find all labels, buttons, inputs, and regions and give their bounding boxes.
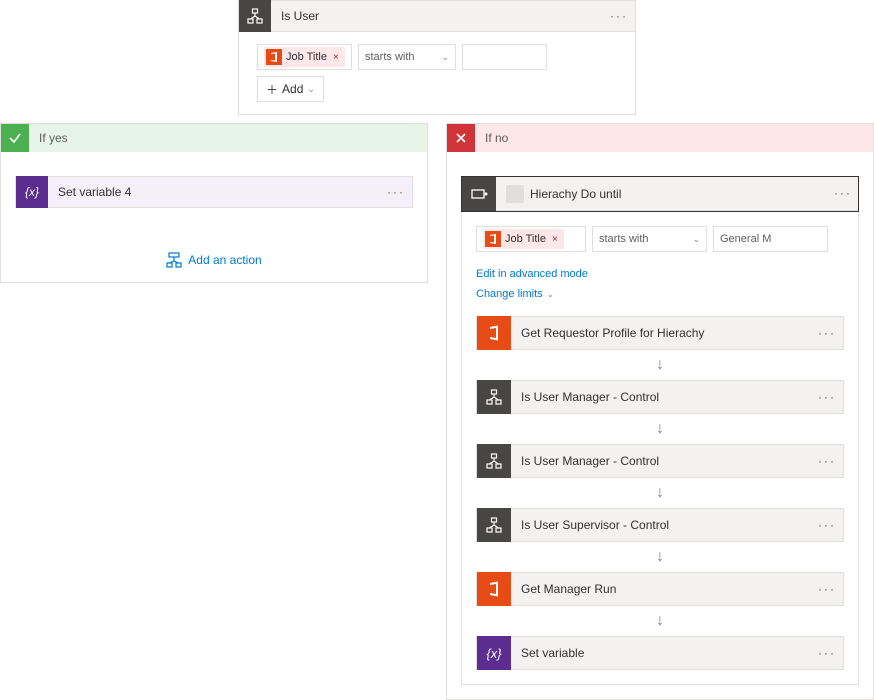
office-icon <box>477 316 511 350</box>
set-variable-header[interactable]: {x} Set variable 4 ··· <box>15 176 413 208</box>
do-until-body: Job Title × starts with ⌄ General M Edit… <box>461 212 859 685</box>
do-until-condition-row: Job Title × starts with ⌄ General M <box>476 226 844 252</box>
step-title: Set variable <box>511 646 811 660</box>
token-label: Job Title <box>286 51 327 63</box>
condition-icon <box>477 380 511 414</box>
step-set-variable: {x} Set variable ··· <box>476 636 844 670</box>
menu-icon[interactable]: ··· <box>811 646 843 660</box>
step-header[interactable]: Is User Supervisor - Control ··· <box>476 508 844 542</box>
step-get-profile: Get Requestor Profile for Hierachy ··· <box>476 316 844 350</box>
step-title: Is User Supervisor - Control <box>511 518 811 532</box>
step-title: Get Manager Run <box>511 582 811 596</box>
plus-icon: ＋ <box>266 81 278 98</box>
add-row-button[interactable]: ＋ Add ⌄ <box>257 76 324 102</box>
variable-icon: {x} <box>477 636 511 670</box>
operator-value: starts with <box>365 51 415 63</box>
menu-icon[interactable]: ··· <box>811 454 843 468</box>
top-condition-header[interactable]: Is User ··· <box>238 0 636 32</box>
step-is-user-supervisor: Is User Supervisor - Control ··· <box>476 508 844 542</box>
condition-left-operand[interactable]: Job Title × <box>257 44 352 70</box>
menu-icon[interactable]: ··· <box>827 186 859 200</box>
yes-label: If yes <box>29 131 78 145</box>
do-until-card: Hierachy Do until <box>461 176 859 212</box>
job-title-token[interactable]: Job Title × <box>483 229 564 249</box>
check-icon <box>1 124 29 152</box>
step-title: Is User Manager - Control <box>511 454 811 468</box>
menu-icon[interactable]: ··· <box>811 326 843 340</box>
add-action-label: Add an action <box>188 253 261 267</box>
arrow-down-icon: ↓ <box>476 414 844 444</box>
condition-row: Job Title × starts with ⌄ <box>257 44 617 70</box>
do-until-steps: Get Requestor Profile for Hierachy ··· ↓… <box>476 316 844 670</box>
step-title: Is User Manager - Control <box>511 390 811 404</box>
yes-branch: If yes {x} Set variable 4 ··· Add an act… <box>0 123 428 283</box>
step-header[interactable]: Get Requestor Profile for Hierachy ··· <box>476 316 844 350</box>
top-condition-card: Is User ··· Job Title × starts with ⌄ <box>238 0 636 115</box>
edit-advanced-link[interactable]: Edit in advanced mode <box>476 268 588 280</box>
chevron-down-icon: ⌄ <box>307 84 315 95</box>
operator-value: starts with <box>599 233 649 245</box>
condition-icon <box>239 0 271 32</box>
add-label: Add <box>282 82 303 96</box>
branches: If yes {x} Set variable 4 ··· Add an act… <box>0 123 874 700</box>
operator-select[interactable]: starts with ⌄ <box>358 44 456 70</box>
du-left-operand[interactable]: Job Title × <box>476 226 586 252</box>
du-value-input[interactable]: General M <box>713 226 828 252</box>
office-icon <box>266 49 282 65</box>
step-is-user-manager-2: Is User Manager - Control ··· <box>476 444 844 478</box>
chevron-down-icon: ⌄ <box>547 289 555 300</box>
variable-icon: {x} <box>16 176 48 208</box>
no-branch-body: Hierachy Do until ··· Job Title × <box>447 152 873 699</box>
add-action-button[interactable]: Add an action <box>15 252 413 268</box>
set-variable-action: {x} Set variable 4 ··· <box>15 176 413 208</box>
x-icon <box>447 124 475 152</box>
condition-icon <box>477 444 511 478</box>
menu-icon[interactable]: ··· <box>811 390 843 404</box>
no-branch-header: If no <box>447 124 873 152</box>
menu-icon[interactable]: ··· <box>380 185 412 199</box>
condition-value-input[interactable] <box>462 44 547 70</box>
remove-token-icon[interactable]: × <box>552 234 558 245</box>
step-is-user-manager-1: Is User Manager - Control ··· <box>476 380 844 414</box>
no-branch: If no Hierachy Do until ··· <box>446 123 874 700</box>
office-icon <box>477 572 511 606</box>
loop-icon <box>462 177 496 211</box>
no-label: If no <box>475 131 518 145</box>
step-header[interactable]: Is User Manager - Control ··· <box>476 380 844 414</box>
avatar-icon <box>506 185 524 203</box>
token-label: Job Title <box>505 233 546 245</box>
chevron-down-icon: ⌄ <box>441 52 449 63</box>
step-title: Get Requestor Profile for Hierachy <box>511 326 811 340</box>
menu-icon[interactable]: ··· <box>811 582 843 596</box>
set-variable-title: Set variable 4 <box>48 185 380 199</box>
add-action-icon <box>166 252 182 268</box>
menu-icon[interactable]: ··· <box>603 9 635 23</box>
chevron-down-icon: ⌄ <box>692 234 700 245</box>
step-header[interactable]: {x} Set variable ··· <box>476 636 844 670</box>
condition-icon <box>477 508 511 542</box>
do-until-header[interactable]: Hierachy Do until <box>462 177 858 211</box>
du-operator-select[interactable]: starts with ⌄ <box>592 226 707 252</box>
do-until-title-wrap: Hierachy Do until <box>496 185 858 203</box>
do-until-title: Hierachy Do until <box>530 187 621 201</box>
yes-branch-body: {x} Set variable 4 ··· Add an action <box>1 152 427 282</box>
top-condition-title: Is User <box>271 9 603 23</box>
step-header[interactable]: Is User Manager - Control ··· <box>476 444 844 478</box>
job-title-token[interactable]: Job Title × <box>264 47 345 67</box>
menu-icon[interactable]: ··· <box>811 518 843 532</box>
step-header[interactable]: Get Manager Run ··· <box>476 572 844 606</box>
arrow-down-icon: ↓ <box>476 542 844 572</box>
office-icon <box>485 231 501 247</box>
arrow-down-icon: ↓ <box>476 478 844 508</box>
step-get-manager: Get Manager Run ··· <box>476 572 844 606</box>
remove-token-icon[interactable]: × <box>333 52 339 63</box>
change-limits-link[interactable]: Change limits ⌄ <box>476 288 554 300</box>
top-condition-body: Job Title × starts with ⌄ ＋ Add ⌄ <box>238 32 636 115</box>
arrow-down-icon: ↓ <box>476 350 844 380</box>
yes-branch-header: If yes <box>1 124 427 152</box>
